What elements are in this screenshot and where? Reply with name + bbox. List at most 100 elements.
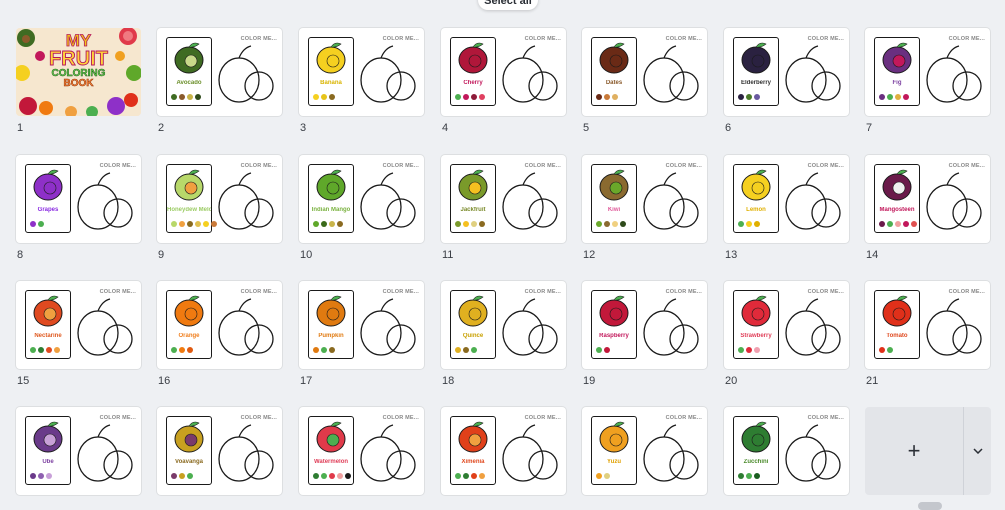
page-thumbnail[interactable]: Orange COLOR ME... xyxy=(157,281,282,369)
color-swatch xyxy=(329,94,335,100)
fruit-card: Honeydew Melon xyxy=(166,164,217,233)
page-thumbnail[interactable]: Pumpkin COLOR ME... xyxy=(299,281,424,369)
color-swatch xyxy=(321,347,327,353)
page-thumbnail[interactable]: Ube COLOR ME... xyxy=(16,407,141,495)
fruit-inner xyxy=(609,181,623,195)
page-17[interactable]: Pumpkin COLOR ME... 17 xyxy=(299,281,424,387)
coloring-outline xyxy=(360,172,416,230)
page-19[interactable]: Raspberry COLOR ME... 19 xyxy=(582,281,707,387)
coloring-outline xyxy=(926,172,982,230)
page-thumbnail[interactable]: Cherry COLOR ME... xyxy=(441,28,566,116)
page-thumbnail[interactable]: Tomato COLOR ME... xyxy=(865,281,990,369)
page-number: 7 xyxy=(866,122,873,134)
leaf-shape xyxy=(330,421,342,427)
page-2[interactable]: Avocado COLOR ME... 2 xyxy=(157,28,282,134)
page-9[interactable]: Honeydew MelonCOLOR ME... 9 xyxy=(157,155,282,261)
page-20[interactable]: Strawberry COLOR ME... 20 xyxy=(724,281,849,387)
page-thumbnail[interactable]: Dates COLOR ME... xyxy=(582,28,707,116)
page-11[interactable]: Jackfruit COLOR ME... 11 xyxy=(441,155,566,261)
page-5[interactable]: Dates COLOR ME... 5 xyxy=(582,28,707,134)
page-26[interactable]: Yuzu COLOR ME... xyxy=(582,407,707,495)
fruit-inner xyxy=(892,181,906,195)
page-8[interactable]: Grapes COLOR ME... 8 xyxy=(16,155,141,261)
page-thumbnail[interactable]: Grapes COLOR ME... xyxy=(16,155,141,243)
color-swatches xyxy=(455,221,485,227)
cover-thumbnail[interactable]: MY FRUIT COLORING BOOK xyxy=(16,28,141,116)
page-3[interactable]: Banana COLOR ME... 3 xyxy=(299,28,424,134)
page-thumbnail[interactable]: Jackfruit COLOR ME... xyxy=(441,155,566,243)
color-swatches xyxy=(455,94,485,100)
page-23[interactable]: Voavanga COLOR ME... xyxy=(157,407,282,495)
leaf-shape xyxy=(472,169,484,175)
page-thumbnail[interactable]: Lemon COLOR ME... xyxy=(724,155,849,243)
page-21[interactable]: Tomato COLOR ME... 21 xyxy=(865,281,990,387)
fruit-illustration xyxy=(458,421,488,453)
fruit-illustration xyxy=(882,169,912,201)
page-1[interactable]: MY FRUIT COLORING BOOK 1 xyxy=(16,28,141,134)
page-thumbnail[interactable]: Elderberry COLOR ME... xyxy=(724,28,849,116)
page-thumbnail[interactable]: Banana COLOR ME... xyxy=(299,28,424,116)
page-16[interactable]: Orange COLOR ME... 16 xyxy=(157,281,282,387)
page-thumbnail[interactable]: Fig COLOR ME... xyxy=(865,28,990,116)
page-thumbnail[interactable]: Indian Mango COLOR ME... xyxy=(299,155,424,243)
page-6[interactable]: Elderberry COLOR ME... 6 xyxy=(724,28,849,134)
fruit-card: Nectarine xyxy=(25,290,71,359)
fruit-inner xyxy=(609,54,623,68)
fruit-illustration xyxy=(741,295,771,327)
coloring-outline xyxy=(218,45,274,103)
page-22[interactable]: Ube COLOR ME... xyxy=(16,407,141,495)
page-thumbnail[interactable]: Raspberry COLOR ME... xyxy=(582,281,707,369)
page-number: 21 xyxy=(866,375,879,387)
color-swatches xyxy=(738,221,760,227)
coloring-outline xyxy=(360,424,416,482)
outline-stem xyxy=(380,424,394,438)
chevron-down-icon xyxy=(972,448,983,454)
page-thumbnail[interactable]: Nectarine COLOR ME... xyxy=(16,281,141,369)
page-thumbnail[interactable]: Mangosteen COLOR ME... xyxy=(865,155,990,243)
page-14[interactable]: Mangosteen COLOR ME... 14 xyxy=(865,155,990,261)
color-swatch xyxy=(195,221,201,227)
add-page-options-button[interactable] xyxy=(964,407,991,495)
page-4[interactable]: Cherry COLOR ME... 4 xyxy=(441,28,566,134)
page-12[interactable]: Kiwi COLOR ME... 12 xyxy=(582,155,707,261)
page-10[interactable]: Indian Mango COLOR ME... 10 xyxy=(299,155,424,261)
outline-stem xyxy=(522,298,536,312)
page-thumbnail[interactable]: Ximenia COLOR ME... xyxy=(441,407,566,495)
color-swatch xyxy=(329,473,335,479)
page-thumbnail[interactable]: Kiwi COLOR ME... xyxy=(582,155,707,243)
page-thumbnail[interactable]: Watermelon COLOR ME... xyxy=(299,407,424,495)
page-25[interactable]: Ximenia COLOR ME... xyxy=(441,407,566,495)
color-swatch xyxy=(746,221,752,227)
page-thumbnail[interactable]: Strawberry COLOR ME... xyxy=(724,281,849,369)
page-thumbnail[interactable]: Yuzu COLOR ME... xyxy=(582,407,707,495)
page-thumbnail[interactable]: Voavanga COLOR ME... xyxy=(157,407,282,495)
fruit-illustration xyxy=(458,42,488,74)
coloring-outline xyxy=(785,172,841,230)
color-swatch xyxy=(171,221,177,227)
color-swatch xyxy=(879,94,885,100)
page-15[interactable]: Nectarine COLOR ME... 15 xyxy=(16,281,141,387)
page-27[interactable]: Zucchini COLOR ME... xyxy=(724,407,849,495)
page-18[interactable]: Quince COLOR ME... 18 xyxy=(441,281,566,387)
page-thumbnail[interactable]: Honeydew MelonCOLOR ME... xyxy=(157,155,282,243)
fruit-illustration xyxy=(599,169,629,201)
page-thumbnail[interactable]: Avocado COLOR ME... xyxy=(157,28,282,116)
page-thumbnail[interactable]: Quince COLOR ME... xyxy=(441,281,566,369)
scrollbar-thumb[interactable] xyxy=(918,502,942,510)
page-thumbnail[interactable]: Zucchini COLOR ME... xyxy=(724,407,849,495)
coloring-outline xyxy=(360,45,416,103)
fruit-name: Elderberry xyxy=(740,80,771,86)
color-swatch xyxy=(329,221,335,227)
fruit-inner xyxy=(326,307,340,321)
fruit-name: Strawberry xyxy=(740,333,772,339)
fruit-name: Banana xyxy=(320,80,342,86)
leaf-shape xyxy=(188,42,200,48)
page-13[interactable]: Lemon COLOR ME... 13 xyxy=(724,155,849,261)
page-7[interactable]: Fig COLOR ME... 7 xyxy=(865,28,990,134)
page-number: 3 xyxy=(300,122,307,134)
page-24[interactable]: Watermelon COLOR ME... xyxy=(299,407,424,495)
add-page-button[interactable]: + xyxy=(865,407,963,495)
color-swatches xyxy=(738,94,760,100)
fruit-name: Tomato xyxy=(886,333,908,339)
fruit-illustration xyxy=(599,421,629,453)
